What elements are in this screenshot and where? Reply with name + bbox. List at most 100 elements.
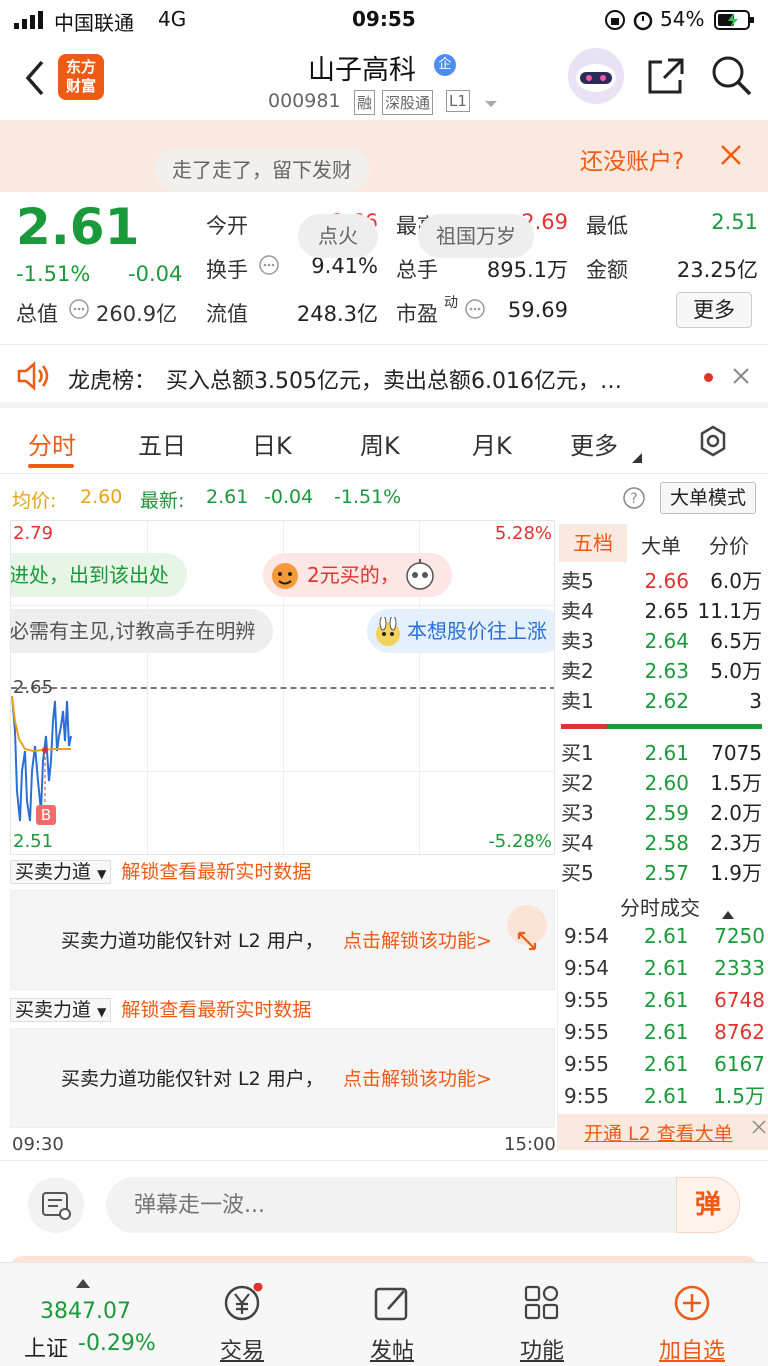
open-account-banner[interactable]: 还没账户? <box>0 120 768 192</box>
info-icon[interactable] <box>258 254 280 280</box>
close-icon[interactable] <box>720 144 742 170</box>
app-logo: 东方 财富 <box>58 54 104 100</box>
nav-post[interactable]: 发帖 <box>332 1283 452 1365</box>
dragon-tiger-bar[interactable]: 龙虎榜： 买入总额3.505亿元，卖出总额6.016亿元，… <box>0 344 768 408</box>
indicator-select[interactable]: 买卖力道 ▼ <box>10 998 112 1022</box>
trade-volume: 6748 <box>714 988 765 1012</box>
bid-label: 买1 <box>561 741 594 765</box>
trades-title[interactable]: 分时成交 <box>620 892 700 921</box>
locked-indicator-panel[interactable]: 买卖力道功能仅针对 L2 用户， 点击解锁该功能> <box>10 1028 555 1128</box>
open-label: 今开 <box>206 214 248 238</box>
ask-volume: 3 <box>749 689 762 713</box>
bid-row: 买2 2.60 1.5万 <box>561 768 766 798</box>
avg-label: 均价: <box>12 490 57 512</box>
buy-marker[interactable]: B <box>36 805 56 825</box>
bid-row: 买5 2.57 1.9万 <box>561 858 766 888</box>
enterprise-badge: 企 <box>434 54 456 76</box>
tab-big-order[interactable]: 大单 <box>641 530 681 559</box>
bid-label: 买2 <box>561 771 594 795</box>
tag-connect: 深股通 <box>382 90 434 115</box>
bid-row: 买3 2.59 2.0万 <box>561 798 766 828</box>
tab-intraday[interactable]: 分时 <box>28 426 76 461</box>
tab-five-day[interactable]: 五日 <box>138 426 186 461</box>
indicator-select[interactable]: 买卖力道 ▼ <box>10 860 112 884</box>
caret-down-icon[interactable] <box>484 94 498 113</box>
tab-daily-k[interactable]: 日K <box>252 426 292 461</box>
ask-volume: 6.5万 <box>710 629 762 653</box>
bid-label: 买3 <box>561 801 594 825</box>
more-button[interactable]: 更多 <box>676 292 752 328</box>
index-name[interactable]: 上证 <box>24 1331 68 1363</box>
danmu-bubble[interactable]: 必需有主见,讨教高手在明辨 <box>11 609 274 653</box>
settings-icon[interactable] <box>696 424 730 462</box>
chart-tabs: 分时 五日 日K 周K 月K 更多 <box>0 412 768 474</box>
tab-more[interactable]: 更多 <box>570 426 618 461</box>
locked-text: 买卖力道功能仅针对 L2 用户， <box>61 930 324 952</box>
share-icon[interactable] <box>646 56 686 100</box>
upgrade-l2-banner[interactable]: 开通 L2 查看大单 <box>558 1114 768 1150</box>
mktcap-label: 总值 <box>16 302 58 326</box>
pe-superscript: 动 <box>444 295 458 311</box>
index-change[interactable]: -0.29% <box>78 1331 156 1356</box>
trade-time: 9:55 <box>564 1084 609 1108</box>
volume-value: 895.1万 <box>486 258 568 282</box>
danmu-bubble[interactable]: 走了走了，留下发财 <box>154 148 370 192</box>
index-value[interactable]: 3847.07 <box>40 1299 131 1324</box>
trade-price: 2.61 <box>644 956 689 980</box>
search-icon[interactable] <box>710 54 754 102</box>
turnover-label: 换手 <box>206 258 248 282</box>
locked-text: 买卖力道功能仅针对 L2 用户， <box>61 1068 324 1090</box>
danmu-bubble[interactable]: 进处，出到该出处 <box>11 553 187 597</box>
ask-row: 卖3 2.64 6.5万 <box>561 626 766 656</box>
nav-trade[interactable]: 交易 <box>182 1282 302 1365</box>
tab-weekly-k[interactable]: 周K <box>360 426 400 461</box>
avg-value: 2.60 <box>80 486 123 508</box>
tab-price-dist[interactable]: 分价 <box>709 530 749 559</box>
danmu-settings-icon[interactable] <box>28 1177 84 1233</box>
emoji-face-icon <box>269 559 301 595</box>
trade-volume: 8762 <box>714 1020 765 1044</box>
comment-bar: 弹 <box>0 1160 768 1250</box>
ask-label: 卖4 <box>561 599 594 623</box>
clock: 09:55 <box>352 7 416 31</box>
ask-row: 卖2 2.63 5.0万 <box>561 656 766 686</box>
nav-add-watchlist[interactable]: 加自选 <box>632 1283 752 1365</box>
tab-monthly-k[interactable]: 月K <box>472 426 512 461</box>
send-danmu-button[interactable]: 弹 <box>676 1177 740 1233</box>
trade-time: 9:54 <box>564 924 609 948</box>
info-icon[interactable] <box>464 298 486 324</box>
danmu-input[interactable] <box>106 1177 740 1233</box>
order-book: 五档 大单 分价 卖5 2.66 6.0万 卖4 2.65 11.1万 卖3 2.64 6.… <box>557 522 768 887</box>
close-icon[interactable] <box>751 1116 767 1140</box>
tab-five-levels[interactable]: 五档 <box>559 524 627 562</box>
back-icon[interactable] <box>22 58 48 102</box>
low-label: 最低 <box>586 214 628 238</box>
robot-assistant-icon[interactable] <box>568 48 624 104</box>
unlock-link[interactable]: 解锁查看最新实时数据 <box>121 999 311 1021</box>
trade-time: 9:54 <box>564 956 609 980</box>
open-account-text[interactable]: 还没账户? <box>580 142 684 176</box>
time-start-label: 09:30 <box>12 1134 64 1155</box>
expand-icon[interactable] <box>507 905 547 951</box>
locked-indicator-panel[interactable]: 买卖力道功能仅针对 L2 用户， 点击解锁该功能> <box>10 890 555 990</box>
unlock-link[interactable]: 解锁查看最新实时数据 <box>121 861 311 883</box>
unlock-feature-link[interactable]: 点击解锁该功能> <box>343 1029 492 1129</box>
close-icon[interactable] <box>732 367 750 389</box>
upgrade-l2-link[interactable]: 开通 L2 查看大单 <box>584 1119 733 1146</box>
danmu-bubble[interactable]: 点火 <box>298 214 378 258</box>
danmu-bubble[interactable]: 祖国万岁 <box>418 214 534 258</box>
svg-text:?: ? <box>630 491 637 507</box>
intraday-chart[interactable]: 2.79 5.28% 2.65 2.51 -5.28% B 进处，出到该出处 2… <box>10 520 555 855</box>
battery-percent: 54% <box>660 7 705 31</box>
help-icon[interactable]: ? <box>622 486 646 515</box>
ask-price: 2.66 <box>644 569 689 593</box>
info-icon[interactable] <box>68 298 90 324</box>
nav-features[interactable]: 功能 <box>482 1283 602 1365</box>
ask-price: 2.62 <box>644 689 689 713</box>
indicator-header: 买卖力道 ▼ 解锁查看最新实时数据 <box>10 856 311 888</box>
caret-up-icon[interactable] <box>76 1273 90 1292</box>
big-order-mode-button[interactable]: 大单模式 <box>660 482 756 514</box>
longhu-text: 买入总额3.505亿元，卖出总额6.016亿元，… <box>166 369 622 394</box>
stock-code: 000981 <box>268 90 341 112</box>
unlock-feature-link[interactable]: 点击解锁该功能> <box>343 891 492 991</box>
